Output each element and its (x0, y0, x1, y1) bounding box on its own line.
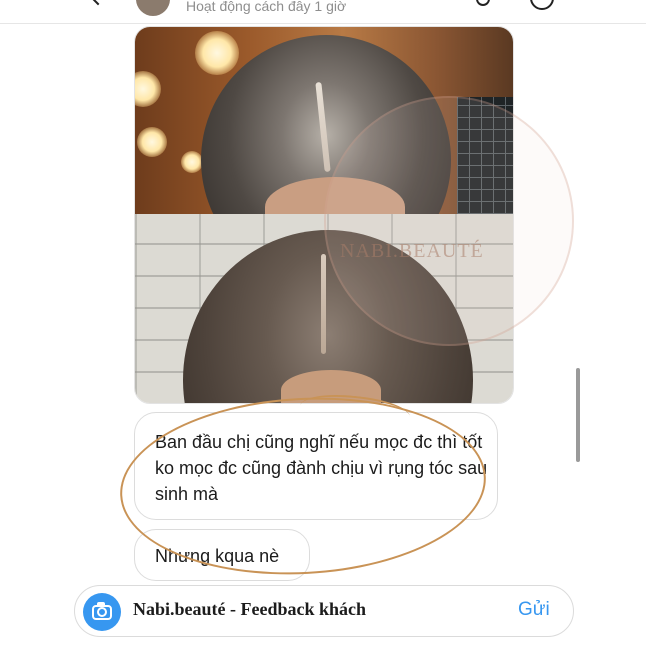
light-bulb (135, 71, 161, 107)
watermark-text: NABI.BEAUTÉ (340, 240, 484, 262)
light-bulb (137, 127, 167, 157)
light-bulb (195, 31, 239, 75)
message-bubble[interactable]: Ban đầu chị cũng nghĩ nếu mọc đc thì tốt… (134, 412, 498, 520)
light-bulb (181, 151, 203, 173)
hair-part-after (321, 254, 326, 354)
message-text: Ban đầu chị cũng nghĩ nếu mọc đc thì tốt… (155, 432, 488, 504)
camera-button[interactable] (83, 593, 121, 631)
chat-header: Hoạt động cách đây 1 giờ (0, 0, 646, 24)
info-icon[interactable] (530, 0, 554, 10)
message-input[interactable]: Nabi.beauté - Feedback khách (133, 599, 366, 620)
contact-avatar[interactable] (136, 0, 170, 16)
back-arrow-icon[interactable] (86, 0, 110, 6)
scrollbar[interactable] (576, 368, 580, 462)
activity-status: Hoạt động cách đây 1 giờ (186, 0, 347, 14)
forehead-after (281, 370, 381, 403)
message-bubble[interactable]: Nhưng kqua nè (134, 529, 310, 581)
message-text: Nhưng kqua nè (155, 546, 280, 566)
watermark-logo (324, 96, 574, 346)
phone-icon[interactable] (476, 0, 490, 6)
camera-icon (97, 607, 107, 617)
send-button[interactable]: Gửi (518, 599, 550, 621)
message-composer: Nabi.beauté - Feedback khách Gửi (74, 585, 574, 637)
